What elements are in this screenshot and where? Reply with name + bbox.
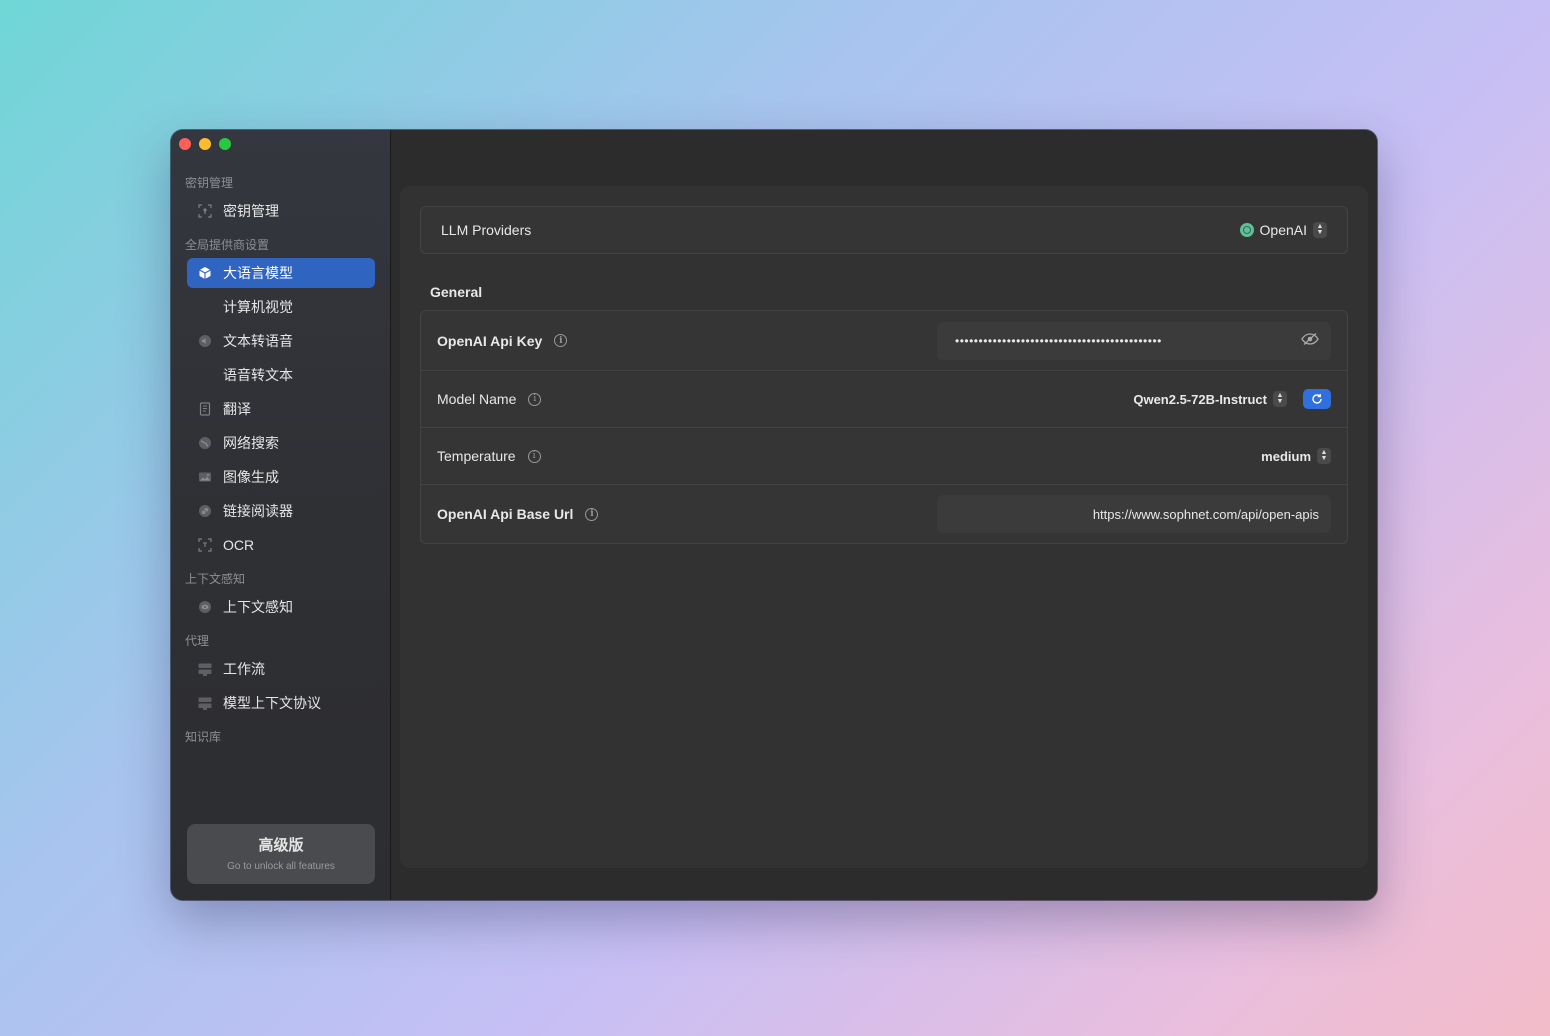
eye-icon <box>197 599 213 615</box>
base-url-right: https://www.sophnet.com/api/open-apis <box>937 495 1331 533</box>
api-key-value: ••••••••••••••••••••••••••••••••••••••••… <box>955 333 1162 348</box>
sidebar-item-label: 文本转语音 <box>223 333 293 349</box>
section-label-global-providers: 全局提供商设置 <box>185 238 270 252</box>
sidebar-item-translate[interactable]: 翻译 <box>187 394 375 424</box>
book-icon <box>197 401 213 417</box>
chevron-up-down-icon: ▲ ▼ <box>1317 448 1331 464</box>
chevron-up-down-icon: ▲ ▼ <box>1313 222 1327 238</box>
section-label-agent: 代理 <box>185 634 210 648</box>
sidebar-item-ocr[interactable]: OCR <box>187 530 375 560</box>
main-content: LLM Providers OpenAI ▲ ▼ General OpenAI A… <box>392 130 1377 900</box>
link-icon <box>197 503 213 519</box>
sidebar-item-label: 模型上下文协议 <box>223 695 321 711</box>
provider-select[interactable]: OpenAI ▲ ▼ <box>1239 222 1327 238</box>
sidebar-item-label: 上下文感知 <box>223 599 293 615</box>
sidebar-item-label: 翻译 <box>223 401 251 417</box>
temperature-value: medium <box>1261 448 1311 464</box>
sidebar-item-label: 大语言模型 <box>223 265 293 281</box>
photo-icon <box>197 469 213 485</box>
info-icon[interactable]: i <box>527 449 541 463</box>
sidebar-item-label: 工作流 <box>223 661 265 677</box>
section-title-general: General <box>430 284 483 300</box>
info-icon[interactable]: i <box>528 392 542 406</box>
key-scan-icon <box>197 203 213 219</box>
eye-slash-icon[interactable] <box>1301 332 1319 349</box>
text-scan-icon <box>197 537 213 553</box>
cube-icon <box>197 265 213 281</box>
sidebar-item-label: 密钥管理 <box>223 203 279 219</box>
provider-label: LLM Providers <box>441 222 532 238</box>
section-label-context: 上下文感知 <box>185 572 246 586</box>
base-url-label: OpenAI Api Base Url i <box>437 506 599 522</box>
api-key-label-text: OpenAI Api Key <box>437 332 543 349</box>
sidebar-item-tts[interactable]: 文本转语音 <box>187 326 375 356</box>
app-window: 密钥管理 密钥管理 全局提供商设置 大语言模型 计算机视觉 文本转语音 语音转文… <box>171 130 1377 900</box>
base-url-value: https://www.sophnet.com/api/open-apis <box>1092 506 1319 522</box>
openai-logo-icon <box>1239 223 1254 237</box>
model-name-value: Qwen2.5-72B-Instruct <box>1133 391 1267 407</box>
model-name-label-text: Model Name <box>437 391 517 407</box>
section-label-knowledge: 知识库 <box>185 730 222 744</box>
info-icon[interactable]: i <box>585 507 599 521</box>
speaker-icon <box>197 333 213 349</box>
api-key-input[interactable]: ••••••••••••••••••••••••••••••••••••••••… <box>937 321 1331 360</box>
sidebar-item-label: 图像生成 <box>223 469 279 485</box>
sidebar-item-workflow[interactable]: 工作流 <box>187 654 375 684</box>
sidebar-item-label: 语音转文本 <box>223 367 293 383</box>
model-name-row: Model Name i Qwen2.5-72B-Instruct ▲ ▼ <box>421 371 1347 428</box>
zoom-window-button[interactable] <box>219 138 231 150</box>
workflow-icon <box>197 661 213 677</box>
refresh-icon <box>1312 394 1322 404</box>
provider-value: OpenAI <box>1259 222 1307 238</box>
sidebar-item-web-search[interactable]: 网络搜索 <box>187 428 375 458</box>
info-icon[interactable]: i <box>554 334 568 347</box>
sidebar-item-label: 链接阅读器 <box>223 503 293 519</box>
refresh-models-button[interactable] <box>1303 389 1331 409</box>
server-icon <box>197 695 213 711</box>
sidebar-item-mcp[interactable]: 模型上下文协议 <box>187 688 375 718</box>
close-window-button[interactable] <box>179 138 191 150</box>
premium-subtitle: Go to unlock all features <box>227 861 335 872</box>
temperature-label-text: Temperature <box>437 448 516 464</box>
temperature-label: Temperature i <box>437 448 541 464</box>
blank-icon <box>197 299 213 315</box>
base-url-label-text: OpenAI Api Base Url <box>437 506 574 522</box>
model-name-label: Model Name i <box>437 391 542 407</box>
sidebar-item-label: 网络搜索 <box>223 435 279 451</box>
temperature-select[interactable]: medium ▲ ▼ <box>1261 448 1331 464</box>
sidebar-item-context[interactable]: 上下文感知 <box>187 592 375 622</box>
base-url-row: OpenAI Api Base Url i https://www.sophne… <box>421 485 1347 543</box>
sidebar-item-llm[interactable]: 大语言模型 <box>187 258 375 288</box>
sidebar-nav: 密钥管理 密钥管理 全局提供商设置 大语言模型 计算机视觉 文本转语音 语音转文… <box>171 174 391 810</box>
settings-panel: LLM Providers OpenAI ▲ ▼ General OpenAI A… <box>400 186 1368 868</box>
api-key-label: OpenAI Api Key i <box>437 332 568 349</box>
general-settings-card: OpenAI Api Key i •••••••••••••••••••••••… <box>420 310 1348 544</box>
model-name-right: Qwen2.5-72B-Instruct ▲ ▼ <box>1133 389 1331 409</box>
premium-title: 高级版 <box>258 837 304 854</box>
api-key-row: OpenAI Api Key i •••••••••••••••••••••••… <box>421 311 1347 371</box>
sidebar-item-label: 计算机视觉 <box>223 299 293 315</box>
base-url-input[interactable]: https://www.sophnet.com/api/open-apis <box>937 495 1331 533</box>
section-label-key-management: 密钥管理 <box>185 176 234 190</box>
provider-card: LLM Providers OpenAI ▲ ▼ <box>420 206 1348 254</box>
sidebar-item-image-gen[interactable]: 图像生成 <box>187 462 375 492</box>
sidebar-item-label: OCR <box>223 537 255 553</box>
blank-icon <box>197 367 213 383</box>
sidebar: 密钥管理 密钥管理 全局提供商设置 大语言模型 计算机视觉 文本转语音 语音转文… <box>171 130 391 900</box>
model-name-select[interactable]: Qwen2.5-72B-Instruct ▲ ▼ <box>1133 391 1287 407</box>
sidebar-item-link-reader[interactable]: 链接阅读器 <box>187 496 375 526</box>
sidebar-item-computer-vision[interactable]: 计算机视觉 <box>187 292 375 322</box>
window-controls <box>179 138 231 150</box>
minimize-window-button[interactable] <box>199 138 211 150</box>
temperature-row: Temperature i medium ▲ ▼ <box>421 428 1347 485</box>
globe-icon <box>197 435 213 451</box>
chevron-up-down-icon: ▲ ▼ <box>1273 391 1287 407</box>
temperature-right: medium ▲ ▼ <box>1261 448 1331 464</box>
sidebar-item-stt[interactable]: 语音转文本 <box>187 360 375 390</box>
api-key-right: ••••••••••••••••••••••••••••••••••••••••… <box>937 321 1331 360</box>
premium-button[interactable]: 高级版 Go to unlock all features <box>187 824 375 884</box>
sidebar-item-key-management[interactable]: 密钥管理 <box>187 196 375 226</box>
